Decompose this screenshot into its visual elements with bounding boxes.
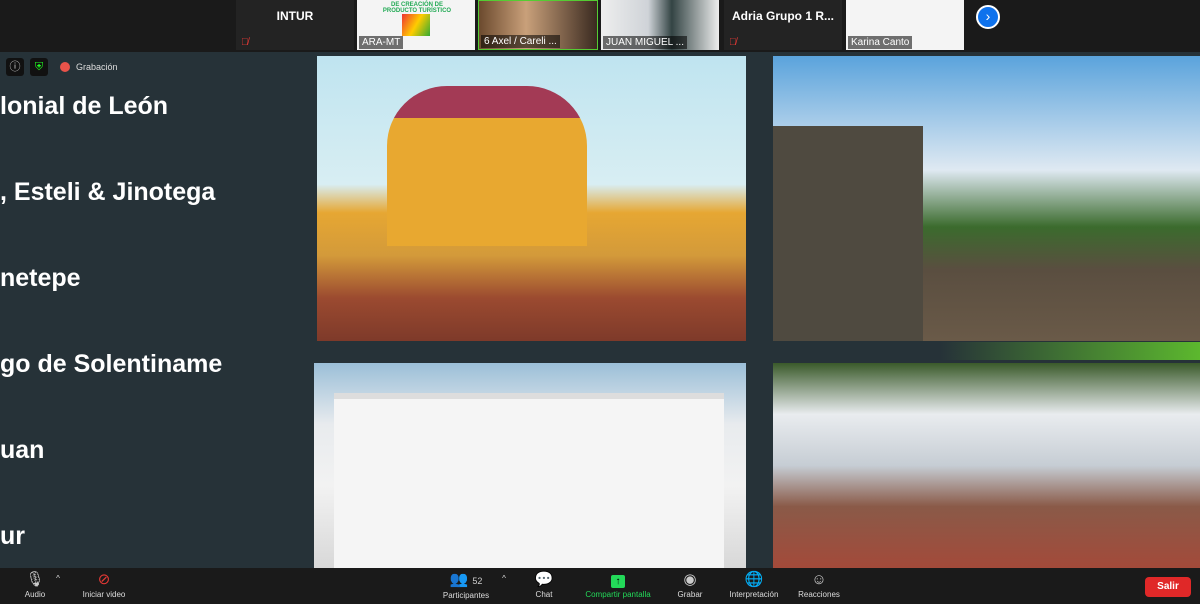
start-video-button[interactable]: ⊘ Iniciar video: [76, 570, 132, 599]
participants-options-chevron-icon[interactable]: ^: [498, 574, 510, 583]
leave-button[interactable]: Salir: [1145, 577, 1191, 597]
globe-icon: 🌐: [744, 571, 764, 588]
slide-list: lonial de León , Esteli & Jinotega netep…: [0, 92, 223, 550]
audio-options-chevron-icon[interactable]: ^: [52, 574, 64, 583]
participant-tile[interactable]: INTUR 🎙̸: [236, 0, 354, 50]
participant-tile[interactable]: Karina Canto: [846, 0, 964, 50]
participant-tile[interactable]: 6 Axel / Careli ...: [478, 0, 598, 50]
meeting-status: ⓘ ⛨ Grabación: [6, 58, 118, 76]
participant-tile[interactable]: DE CREACIÓN DE PRODUCTO TURÍSTICO ARA-MT: [357, 0, 475, 50]
participants-count: 52: [472, 576, 483, 586]
participant-tile[interactable]: JUAN MIGUEL ...: [601, 0, 719, 50]
recording-icon: [60, 62, 70, 72]
chat-button[interactable]: 💬 Chat: [528, 570, 560, 599]
emoji-icon: ☺: [811, 571, 827, 588]
share-screen-button[interactable]: ↑ Compartir pantalla: [578, 570, 658, 599]
microphone-icon: 🎙: [25, 571, 45, 588]
photo-cathedral-leon: [314, 363, 746, 568]
participants-button[interactable]: 👥 52 Participantes: [436, 570, 496, 600]
people-icon: 👥: [449, 571, 469, 588]
meeting-toolbar: 🎙 Audio ^ ⊘ Iniciar video 👥 52 Participante…: [0, 568, 1200, 600]
logo: [402, 14, 430, 36]
chat-icon: 💬: [534, 571, 554, 588]
audio-button[interactable]: 🎙 Audio: [18, 570, 52, 599]
muted-mic-icon: 🎙̸: [729, 37, 737, 48]
shared-screen: ⓘ ⛨ Grabación lonial de León , Esteli & …: [0, 52, 1200, 568]
decorative-stripe: [940, 342, 1200, 360]
video-off-icon: ⊘: [97, 571, 111, 588]
share-arrow-icon: ↑: [611, 575, 625, 588]
record-button[interactable]: ◉ Grabar: [670, 570, 710, 599]
interpretation-button[interactable]: 🌐 Interpretación: [722, 570, 786, 599]
record-icon: ◉: [683, 571, 697, 588]
video-strip: INTUR 🎙̸ DE CREACIÓN DE PRODUCTO TURÍSTI…: [0, 0, 1200, 52]
photo-cathedral-granada: [317, 56, 746, 341]
participant-tile[interactable]: Adria Grupo 1 R... 🎙̸: [724, 0, 842, 50]
photo-fortress: [773, 56, 1200, 341]
reactions-button[interactable]: ☺ Reacciones: [792, 570, 846, 599]
shield-icon[interactable]: ⛨: [30, 58, 48, 76]
info-icon[interactable]: ⓘ: [6, 58, 24, 76]
photo-street-festival: [773, 363, 1200, 568]
muted-mic-icon: 🎙̸: [241, 37, 249, 48]
next-page-chevron-icon[interactable]: ›: [976, 5, 1000, 29]
